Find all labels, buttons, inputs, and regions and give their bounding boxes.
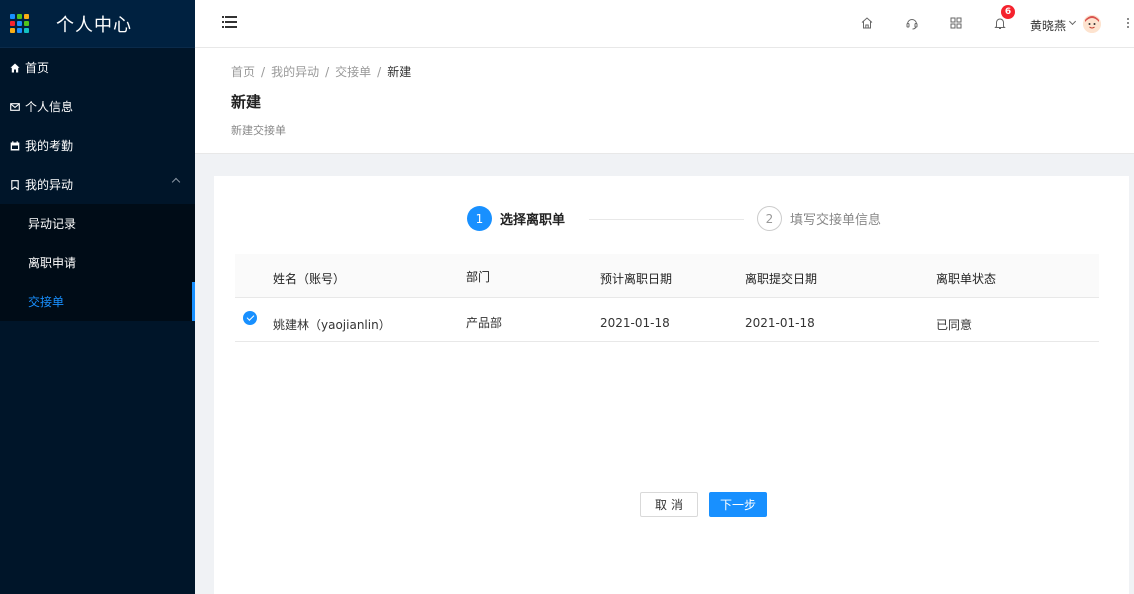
step-number: 2: [757, 206, 782, 231]
breadcrumb-item-handover[interactable]: 交接单: [335, 65, 371, 79]
headset-icon[interactable]: [905, 16, 919, 30]
menu-toggle-icon[interactable]: [222, 16, 237, 28]
cell-expected-date: 2021-01-18: [600, 316, 670, 330]
sidebar: 个人中心 首页 个人信息 我的考勤 我的异动 异动记录 离职申请 交接单: [0, 0, 195, 594]
sidebar-item-resignation[interactable]: 离职申请: [0, 243, 195, 282]
submenu-changes: 异动记录 离职申请 交接单: [0, 204, 195, 321]
column-header-department: 部门: [466, 270, 491, 284]
page-description: 新建交接单: [231, 124, 286, 137]
page-header: 首页 / 我的异动 / 交接单 / 新建 新建 新建交接单: [195, 48, 1134, 154]
home-icon: [10, 63, 20, 73]
column-header-submit-date: 离职提交日期: [745, 272, 818, 286]
avatar[interactable]: [1083, 15, 1101, 33]
sidebar-menu: 首页 个人信息 我的考勤 我的异动 异动记录 离职申请 交接单: [0, 48, 195, 321]
table-header: 姓名（账号） 部门 预计离职日期 离职提交日期 离职单状态: [235, 254, 1099, 298]
sidebar-item-label: 我的异动: [25, 178, 74, 192]
cell-name: 姚建林（yaojianlin）: [273, 318, 391, 332]
sidebar-item-attendance[interactable]: 我的考勤: [0, 126, 195, 165]
sidebar-item-label: 首页: [25, 61, 50, 75]
cell-department: 产品部: [466, 316, 503, 330]
user-name[interactable]: 黄晓燕: [1030, 17, 1066, 34]
column-header-expected-date: 预计离职日期: [600, 272, 673, 286]
sidebar-item-profile[interactable]: 个人信息: [0, 87, 195, 126]
next-step-button[interactable]: 下一步: [709, 492, 767, 517]
step-1: 1 选择离职单: [467, 206, 565, 231]
notification-badge: 6: [1001, 5, 1015, 19]
cell-status: 已同意: [936, 318, 973, 332]
step-2: 2 填写交接单信息: [757, 206, 881, 231]
apps-grid-icon[interactable]: [949, 16, 963, 30]
sidebar-item-home[interactable]: 首页: [0, 48, 195, 87]
step-number: 1: [467, 206, 492, 231]
radio-selected-icon[interactable]: [243, 311, 257, 325]
sidebar-item-label: 异动记录: [28, 217, 77, 231]
chevron-up-icon: [171, 177, 181, 187]
content-card: 1 选择离职单 2 填写交接单信息 姓名（账号） 部门 预计离职日期 离职提交日…: [214, 176, 1129, 594]
step-connector: [589, 219, 744, 220]
sidebar-item-label: 我的考勤: [25, 139, 74, 153]
top-header: 6 黄晓燕: [195, 0, 1134, 48]
home-icon[interactable]: [860, 16, 874, 30]
sidebar-item-handover[interactable]: 交接单: [0, 282, 195, 321]
breadcrumb: 首页 / 我的异动 / 交接单 / 新建: [231, 65, 412, 79]
app-grid-logo-icon: [10, 13, 30, 34]
bookmark-icon: [10, 179, 20, 190]
logo-bar: 个人中心: [0, 0, 195, 48]
page-title: 新建: [231, 93, 262, 111]
app-title: 个人中心: [56, 14, 132, 36]
more-vertical-icon[interactable]: [1127, 18, 1130, 32]
column-header-status: 离职单状态: [936, 272, 997, 286]
breadcrumb-item-home[interactable]: 首页: [231, 65, 255, 79]
resignation-table: 姓名（账号） 部门 预计离职日期 离职提交日期 离职单状态 姚建林（yaojia…: [235, 254, 1099, 342]
step-label: 选择离职单: [500, 213, 566, 228]
sidebar-item-changes[interactable]: 我的异动: [0, 165, 195, 204]
sidebar-item-label: 个人信息: [25, 100, 74, 114]
sidebar-item-change-records[interactable]: 异动记录: [0, 204, 195, 243]
step-label: 填写交接单信息: [790, 213, 882, 228]
sidebar-item-label: 交接单: [28, 295, 65, 309]
calendar-icon: [10, 140, 20, 151]
breadcrumb-item-changes[interactable]: 我的异动: [271, 65, 319, 79]
cell-submit-date: 2021-01-18: [745, 316, 815, 330]
chevron-down-icon[interactable]: [1068, 17, 1077, 26]
column-header-name: 姓名（账号）: [273, 272, 346, 286]
breadcrumb-item-current: 新建: [387, 65, 412, 79]
sidebar-item-label: 离职申请: [28, 256, 77, 270]
mail-icon: [10, 102, 20, 112]
table-row[interactable]: 姚建林（yaojianlin） 产品部 2021-01-18 2021-01-1…: [235, 298, 1099, 342]
cancel-button[interactable]: 取消: [640, 492, 698, 517]
